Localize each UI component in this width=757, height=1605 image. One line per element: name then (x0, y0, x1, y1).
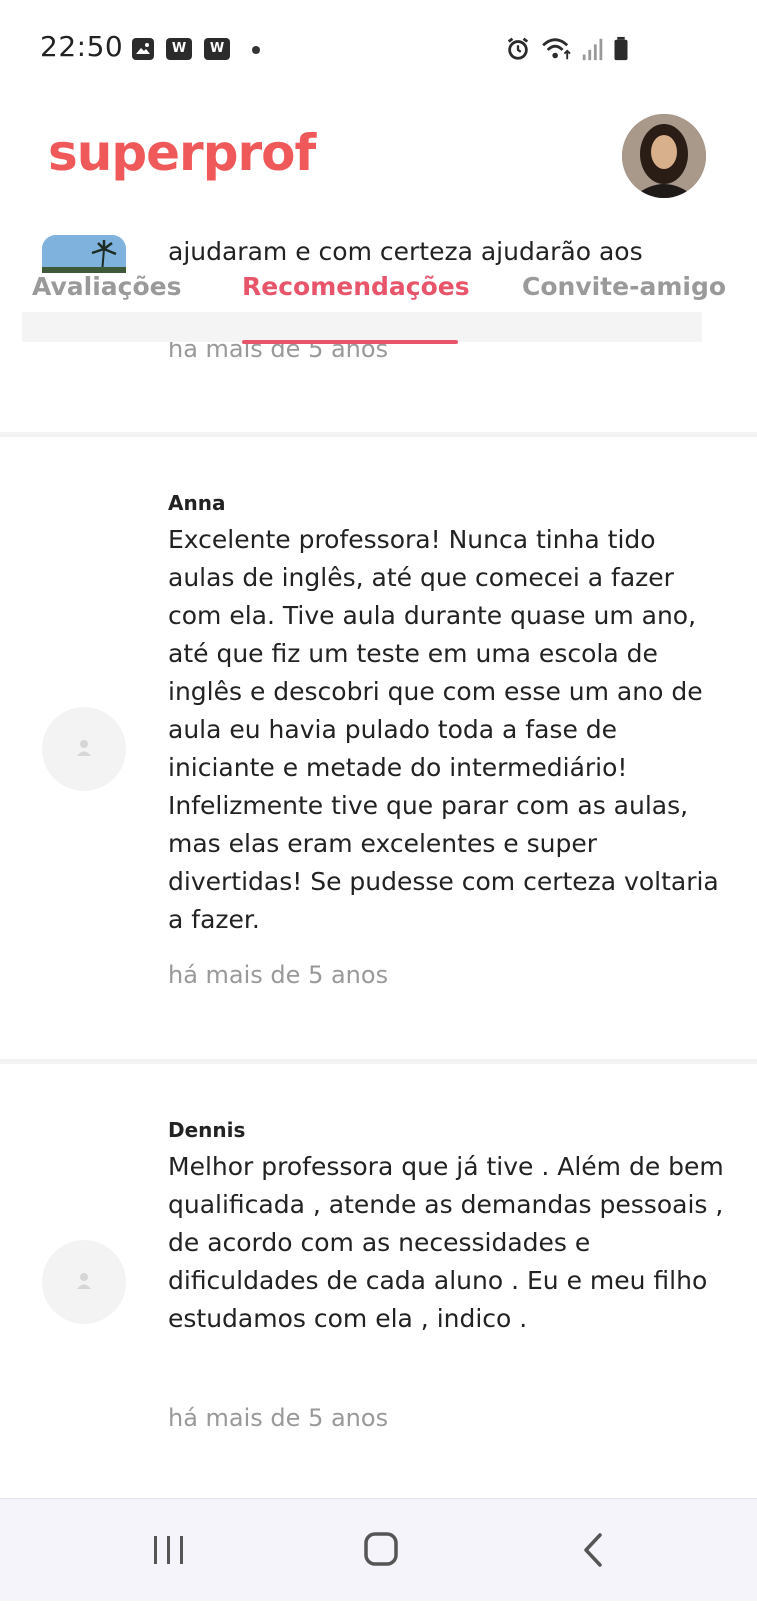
review-text: Excelente professora! Nunca tinha tido a… (168, 525, 719, 934)
alarm-icon (507, 37, 529, 60)
active-tab-indicator (242, 340, 458, 344)
status-time: 22:50 (40, 30, 124, 63)
home-button[interactable] (326, 1499, 436, 1601)
review-date: há mais de 5 anos (168, 1404, 389, 1432)
tab-avaliacoes[interactable]: Avaliações (32, 272, 181, 301)
w-app-icon: W (204, 38, 230, 60)
back-icon (584, 1533, 602, 1567)
battery-icon (614, 36, 628, 61)
tab-recomendacoes[interactable]: Recomendações (242, 272, 470, 301)
reviewer-avatar (42, 1240, 126, 1324)
status-bar: 22:50 W W (0, 0, 757, 100)
home-icon (364, 1532, 398, 1566)
review-card: Dennis Melhor professora que já tive . A… (0, 1064, 757, 1494)
signal-icon (582, 38, 603, 61)
w-app-icon: W (166, 38, 192, 60)
user-icon (77, 1273, 91, 1289)
system-nav-bar (0, 1498, 757, 1601)
tab-bar: Avaliações Recomendações Convite-amigo (0, 268, 757, 344)
image-icon (132, 38, 154, 60)
reviewer-name: Anna (168, 491, 226, 515)
user-icon (77, 740, 91, 756)
recent-apps-button[interactable] (114, 1499, 224, 1601)
tab-convite-amigo[interactable]: Convite-amigo (522, 272, 726, 301)
back-button[interactable] (538, 1499, 648, 1601)
recent-apps-icon (154, 1536, 183, 1564)
review-date: há mais de 5 anos (168, 961, 389, 989)
profile-avatar[interactable] (622, 114, 706, 198)
tab-strip-background (22, 312, 702, 342)
app-header: superprof (0, 100, 757, 220)
review-card: Anna Excelente professora! Nunca tinha t… (0, 437, 757, 1057)
wifi-icon (542, 38, 571, 60)
review-text: Melhor professora que já tive . Além de … (168, 1152, 724, 1333)
review-text: ajudaram e com certeza ajudarão aos (168, 237, 643, 266)
dot-icon (252, 46, 260, 54)
superprof-logo[interactable]: superprof (48, 124, 316, 182)
reviewer-avatar (42, 707, 126, 791)
reviewer-name: Dennis (168, 1118, 246, 1142)
